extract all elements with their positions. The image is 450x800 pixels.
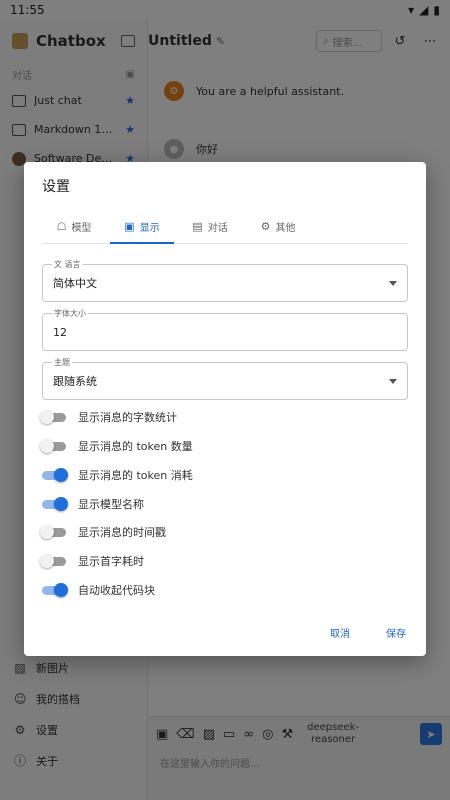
dialog-actions: 取消 保存 [330, 625, 406, 640]
toggle-label: 自动收起代码块 [78, 584, 155, 597]
tab-chat[interactable]: ▤ 对话 [178, 210, 242, 243]
tab-label: 显示 [139, 223, 160, 234]
font-size-value: 12 [53, 325, 67, 339]
toggle-switch[interactable] [42, 583, 68, 597]
language-value: 简体中文 [53, 277, 97, 290]
dialog-title: 设置 [42, 179, 70, 195]
toggle-switch[interactable] [40, 410, 66, 424]
font-size-input[interactable]: 字体大小 12 [42, 308, 408, 351]
toggle-row-timestamp: 显示消息的时间戳 [40, 522, 166, 542]
display-icon: ▣ [124, 220, 135, 233]
tab-model[interactable]: ☖ 模型 [42, 210, 106, 243]
toggle-row-model-name: 显示模型名称 [42, 494, 144, 514]
model-icon: ☖ [56, 220, 67, 233]
toggle-row-first-token: 显示首字耗时 [40, 551, 144, 571]
toggle-label: 显示消息的字数统计 [78, 411, 177, 424]
language-label: 文 语言 [52, 259, 83, 270]
font-size-label: 字体大小 [52, 308, 88, 319]
toggle-row-token-usage: 显示消息的 token 消耗 [42, 465, 193, 485]
cancel-button[interactable]: 取消 [330, 625, 350, 640]
language-select[interactable]: 文 语言 简体中文 [42, 259, 408, 302]
settings-tabs: ☖ 模型 ▣ 显示 ▤ 对话 ⚙ 其他 [42, 210, 408, 244]
dropdown-arrow-icon [389, 378, 397, 384]
toggle-row-word-count: 显示消息的字数统计 [40, 407, 177, 427]
toggle-label: 显示消息的时间戳 [78, 526, 166, 539]
settings-dialog: 设置 ☖ 模型 ▣ 显示 ▤ 对话 ⚙ 其他 文 语言 简体中文 字体大小 12… [24, 162, 426, 656]
chat-icon: ▤ [192, 220, 203, 233]
toggle-label: 显示消息的 token 数量 [78, 440, 193, 453]
gear-icon: ⚙ [260, 220, 271, 233]
toggle-switch[interactable] [40, 525, 66, 539]
tab-display[interactable]: ▣ 显示 [110, 210, 174, 244]
tab-label: 模型 [71, 223, 92, 234]
toggle-switch[interactable] [40, 554, 66, 568]
save-button[interactable]: 保存 [386, 625, 406, 640]
toggle-row-token-count: 显示消息的 token 数量 [40, 436, 193, 456]
toggle-switch[interactable] [42, 468, 68, 482]
toggle-switch[interactable] [42, 497, 68, 511]
tab-other[interactable]: ⚙ 其他 [246, 210, 310, 243]
toggle-row-collapse-code: 自动收起代码块 [42, 580, 155, 600]
theme-label: 主题 [52, 357, 72, 368]
toggle-label: 显示首字耗时 [78, 555, 144, 568]
tab-label: 对话 [207, 223, 228, 234]
theme-select[interactable]: 主题 跟随系统 [42, 357, 408, 400]
dropdown-arrow-icon [389, 280, 397, 286]
toggle-label: 显示模型名称 [78, 498, 144, 511]
toggle-label: 显示消息的 token 消耗 [78, 469, 193, 482]
toggle-switch[interactable] [40, 439, 66, 453]
theme-value: 跟随系统 [53, 375, 97, 388]
tab-label: 其他 [275, 223, 296, 234]
